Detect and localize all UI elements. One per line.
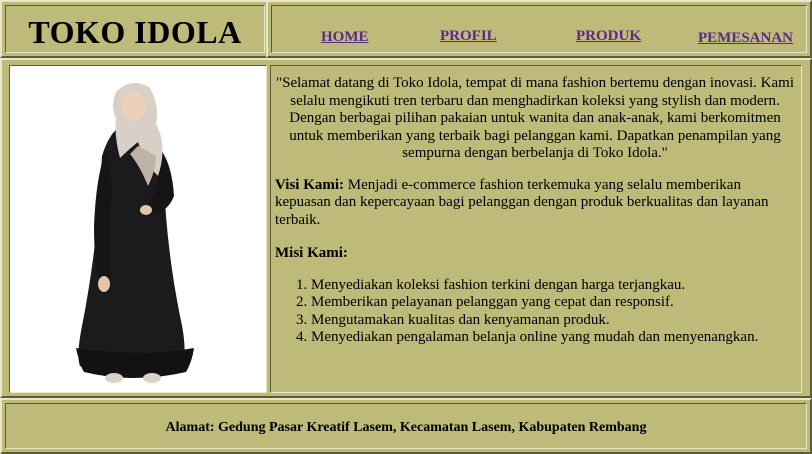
about-text-frame: "Selamat datang di Toko Idola, tempat di… — [270, 65, 802, 393]
visi-label: Visi Kami: — [275, 176, 345, 193]
header-brand-cell: TOKO IDOLA — [0, 0, 270, 58]
brand-inner: TOKO IDOLA — [5, 5, 265, 53]
about-content: "Selamat datang di Toko Idola, tempat di… — [275, 75, 795, 347]
product-image-frame — [9, 65, 267, 393]
nav-link-profil[interactable]: PROFIL — [440, 28, 497, 45]
welcome-paragraph: "Selamat datang di Toko Idola, tempat di… — [276, 75, 794, 161]
main-nav: HOME PROFIL PRODUK PEMESANAN — [271, 5, 807, 53]
model-dress-photo-icon — [10, 66, 266, 392]
nav-link-pemesanan[interactable]: PEMESANAN — [698, 30, 793, 47]
main-cell: "Selamat datang di Toko Idola, tempat di… — [0, 58, 812, 398]
footer-address: Alamat: Gedung Pasar Kreatif Lasem, Keca… — [165, 420, 647, 435]
misi-list: Menyediakan koleksi fashion terkini deng… — [275, 277, 795, 347]
misi-item: Mengutamakan kualitas dan kenyamanan pro… — [311, 312, 795, 330]
footer-cell: Alamat: Gedung Pasar Kreatif Lasem, Keca… — [0, 398, 812, 454]
page: TOKO IDOLA HOME PROFIL PRODUK PEMESANAN — [0, 0, 812, 454]
header-nav-cell: HOME PROFIL PRODUK PEMESANAN — [266, 0, 812, 58]
nav-link-home[interactable]: HOME — [321, 29, 369, 46]
misi-item: Memberikan pelayanan pelanggan yang cepa… — [311, 294, 795, 312]
visi-paragraph: Visi Kami: Menjadi e-commerce fashion te… — [275, 177, 795, 230]
footer-inner: Alamat: Gedung Pasar Kreatif Lasem, Keca… — [5, 403, 807, 449]
site-title: TOKO IDOLA — [28, 14, 242, 50]
misi-heading: Misi Kami: — [275, 245, 348, 261]
visi-text: Menjadi e-commerce fashion terkemuka yan… — [275, 176, 769, 228]
misi-item: Menyediakan koleksi fashion terkini deng… — [311, 277, 795, 295]
nav-link-produk[interactable]: PRODUK — [576, 28, 641, 45]
misi-item: Menyediakan pengalaman belanja online ya… — [311, 329, 795, 347]
